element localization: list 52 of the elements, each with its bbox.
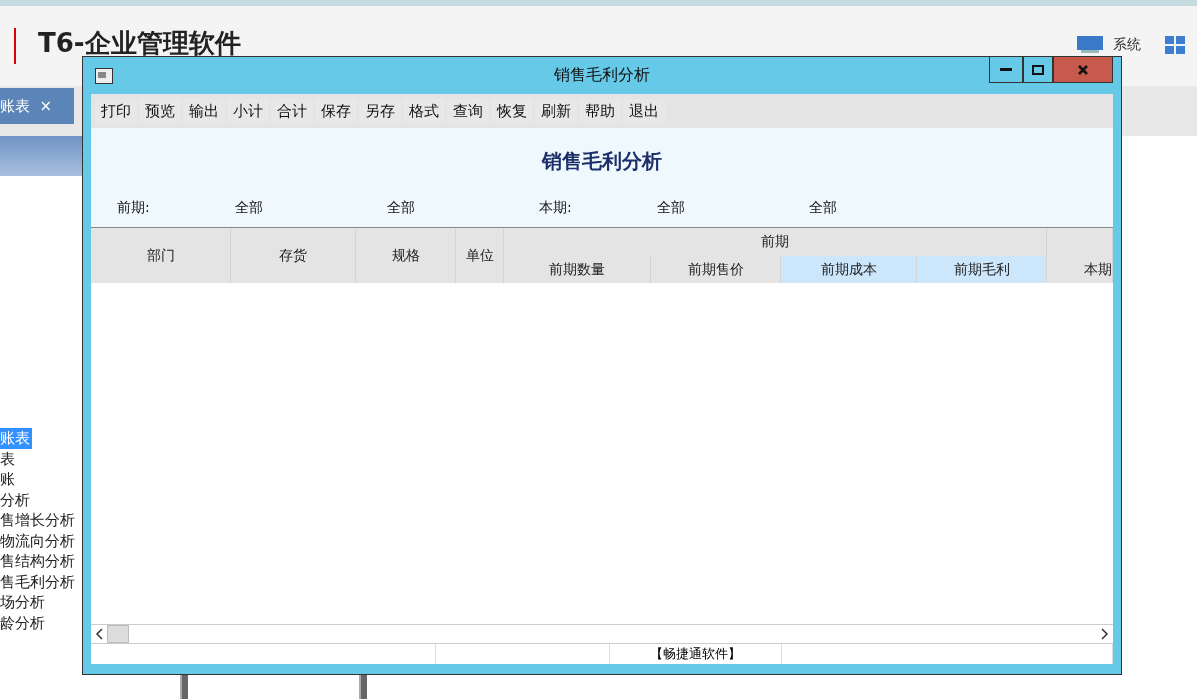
status-text: 【畅捷通软件】 — [610, 644, 782, 664]
splitter-post — [359, 675, 367, 699]
toolbar-button[interactable]: 格式 — [403, 98, 445, 124]
toolbar-button[interactable]: 打印 — [95, 98, 137, 124]
toolbar-button[interactable]: 小计 — [227, 98, 269, 124]
toolbar-button[interactable]: 保存 — [315, 98, 357, 124]
app-icon — [95, 67, 113, 84]
tree-item[interactable]: 龄分析 — [0, 612, 47, 633]
column-header[interactable]: 前期毛利 — [917, 256, 1047, 283]
minimize-icon — [1000, 67, 1012, 72]
scroll-right-icon[interactable] — [1099, 628, 1109, 640]
splitter-post — [180, 675, 188, 699]
maximize-icon — [1032, 64, 1044, 75]
filter-value: 全部 — [387, 199, 416, 217]
toolbar-button[interactable]: 输出 — [183, 98, 225, 124]
tree-item[interactable]: 账 — [0, 469, 17, 490]
system-menu[interactable]: 系统 — [1113, 36, 1141, 54]
horizontal-scrollbar[interactable] — [91, 624, 1113, 644]
scroll-thumb[interactable] — [107, 625, 129, 643]
tree-item[interactable]: 物流向分析 — [0, 530, 77, 551]
tree-item[interactable]: 分析 — [0, 489, 32, 510]
tree-item[interactable]: 场分析 — [0, 592, 47, 613]
close-icon — [1077, 63, 1089, 76]
monitor-icon — [1077, 36, 1103, 54]
filter-label: 前期: — [117, 199, 151, 217]
close-icon[interactable]: × — [39, 97, 52, 115]
window-title: 销售毛利分析 — [553, 65, 651, 86]
app-logo: T6-企业管理软件 — [38, 28, 241, 58]
filter-value: 全部 — [657, 199, 686, 217]
filter-label: 本期: — [539, 199, 573, 217]
toolbar-button[interactable]: 恢复 — [491, 98, 533, 124]
minimize-button[interactable] — [989, 57, 1023, 83]
report-tab[interactable]: 账表 × — [0, 88, 74, 124]
toolbar-button[interactable]: 帮助 — [579, 98, 621, 124]
toolbar-button[interactable]: 退出 — [623, 98, 665, 124]
filter-value: 全部 — [235, 199, 264, 217]
tree-item[interactable]: 售结构分析 — [0, 551, 77, 572]
scroll-left-icon[interactable] — [95, 628, 105, 640]
windows-icon[interactable] — [1165, 36, 1185, 54]
toolbar-button[interactable]: 另存 — [359, 98, 401, 124]
report-title: 销售毛利分析 — [540, 148, 663, 175]
maximize-button[interactable] — [1023, 57, 1053, 83]
close-button[interactable] — [1053, 57, 1113, 83]
toolbar-button[interactable]: 预览 — [139, 98, 181, 124]
toolbar-button[interactable]: 查询 — [447, 98, 489, 124]
filter-value: 全部 — [809, 199, 838, 217]
tree-item[interactable]: 售增长分析 — [0, 510, 77, 531]
toolbar-button[interactable]: 刷新 — [535, 98, 577, 124]
tree-item[interactable]: 售毛利分析 — [0, 571, 77, 592]
tree-item[interactable]: 表 — [0, 448, 17, 469]
toolbar-button[interactable]: 合计 — [271, 98, 313, 124]
column-header[interactable]: 前期成本 — [781, 256, 917, 283]
